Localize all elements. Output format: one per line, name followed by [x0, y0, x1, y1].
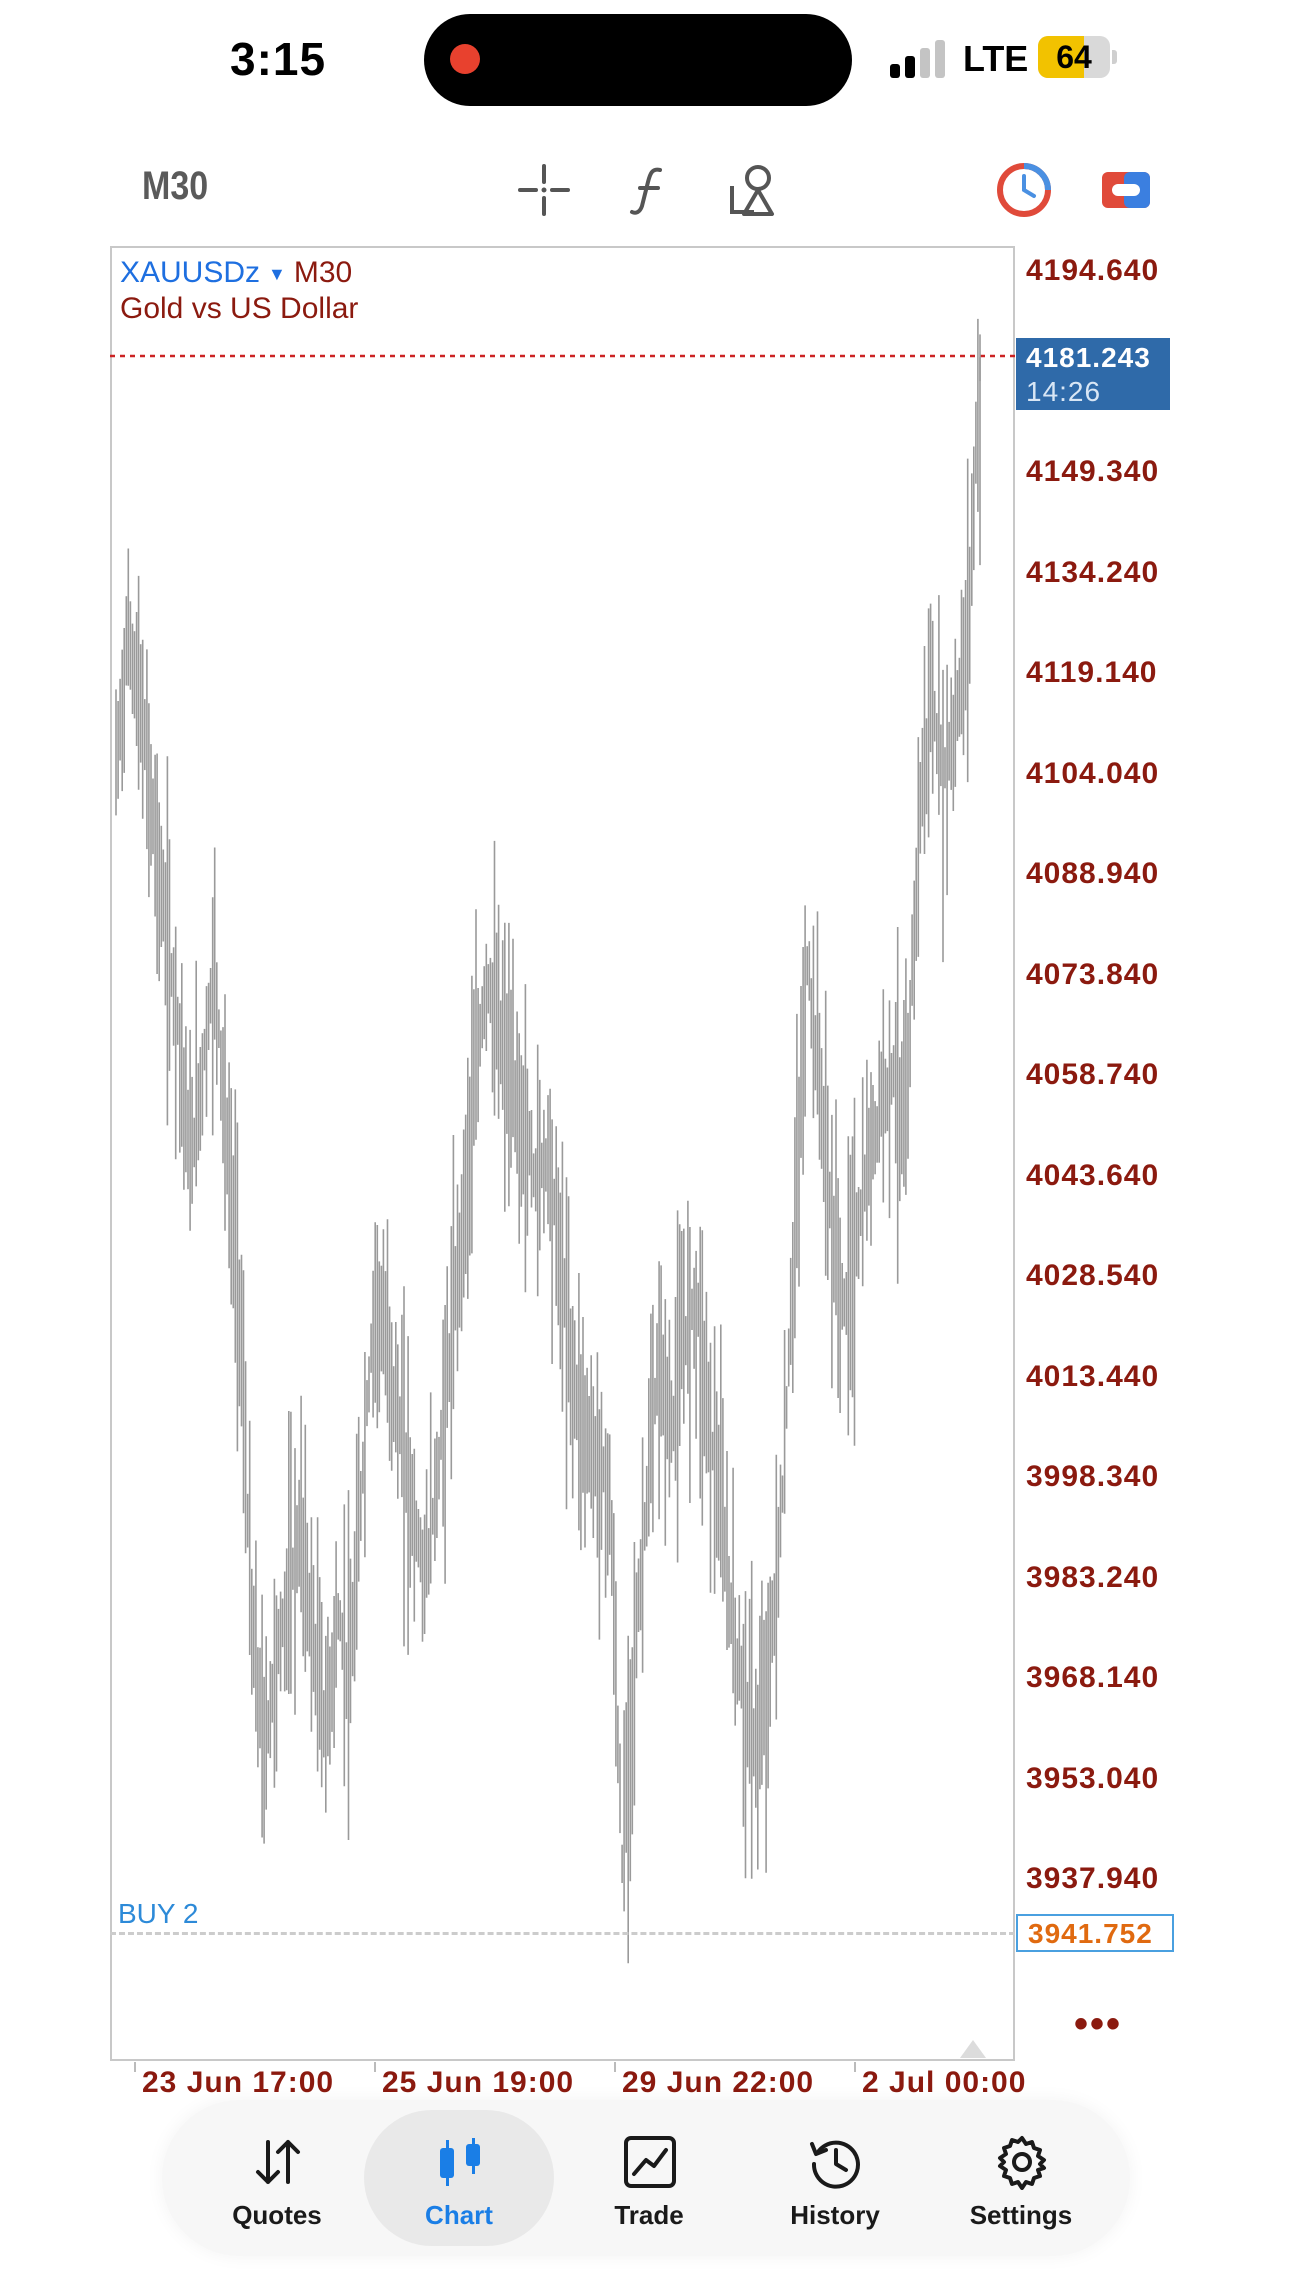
- crosshair-icon[interactable]: [514, 160, 574, 220]
- battery-tip: [1112, 50, 1117, 64]
- price-axis-label: 4013.440: [1026, 1359, 1160, 1393]
- date-tick: [374, 2062, 376, 2072]
- nav-label: Chart: [425, 2200, 493, 2230]
- nav-label: Trade: [614, 2200, 684, 2230]
- quotes-arrows-icon: [256, 2140, 300, 2184]
- date-label: 2 Jul 00:00: [862, 2066, 1027, 2099]
- nav-quotes[interactable]: Quotes: [182, 2110, 372, 2246]
- current-price-tag: 4181.243 14:26: [1016, 338, 1170, 410]
- price-axis-label: 4058.740: [1026, 1058, 1160, 1091]
- gear-icon: [998, 2136, 1046, 2190]
- price-axis-label: 4043.640: [1026, 1158, 1160, 1192]
- battery-level: 64: [1056, 39, 1092, 75]
- network-type: LTE: [963, 38, 1029, 79]
- price-axis-label: 3953.040: [1026, 1761, 1160, 1795]
- more-options-button[interactable]: •••: [1074, 2002, 1122, 2047]
- date-tick: [614, 2062, 616, 2072]
- chart-timeframe: M30: [293, 256, 353, 289]
- order-price-tag: 3941.752: [1016, 1914, 1174, 1952]
- symbol-title[interactable]: XAUUSDz ▼ M30: [120, 256, 352, 290]
- toggle-icon[interactable]: [1096, 160, 1156, 220]
- price-axis-label: 4073.840: [1026, 957, 1160, 991]
- date-tick: [134, 2062, 136, 2072]
- objects-icon[interactable]: [724, 160, 784, 220]
- candlestick-icon: [440, 2138, 480, 2186]
- recording-indicator-icon: [450, 44, 480, 74]
- order-line[interactable]: [110, 1932, 1015, 1935]
- price-axis-label: 4134.240: [1026, 555, 1160, 589]
- nav-history[interactable]: History: [740, 2110, 930, 2246]
- nav-settings[interactable]: Settings: [926, 2110, 1116, 2246]
- dropdown-triangle-icon: ▼: [268, 263, 286, 284]
- symbol-name: XAUUSDz: [120, 256, 261, 289]
- trade-chart-icon: [624, 2136, 676, 2188]
- order-price: 3941.752: [1028, 1918, 1153, 1949]
- status-time: 3:15: [230, 33, 327, 85]
- current-price: 4181.243: [1026, 342, 1151, 373]
- date-label: 29 Jun 22:00: [622, 2066, 815, 2099]
- price-axis-label: 4028.540: [1026, 1259, 1160, 1292]
- symbol-description: Gold vs US Dollar: [120, 292, 359, 325]
- history-clock-icon: [810, 2140, 860, 2189]
- function-icon[interactable]: [620, 160, 680, 220]
- price-bars: [115, 318, 981, 1964]
- nav-trade[interactable]: Trade: [554, 2110, 744, 2246]
- nav-label: Quotes: [232, 2200, 322, 2230]
- cellular-signal-icon: [890, 40, 950, 78]
- date-tick: [854, 2062, 856, 2072]
- date-label: 23 Jun 17:00: [142, 2066, 335, 2099]
- bar-countdown: 14:26: [1026, 376, 1102, 407]
- price-axis-label: 3983.240: [1026, 1560, 1160, 1594]
- battery-icon: 64: [1038, 36, 1110, 78]
- price-axis-label: 4194.640: [1026, 254, 1160, 287]
- nav-chart[interactable]: Chart: [364, 2110, 554, 2246]
- price-axis-label: 3998.340: [1026, 1460, 1160, 1493]
- clock-icon[interactable]: [994, 160, 1054, 220]
- timeframe-button[interactable]: M30: [142, 164, 208, 209]
- order-label[interactable]: BUY 2: [118, 1898, 198, 1930]
- scroll-to-end-icon[interactable]: [960, 2038, 986, 2058]
- price-axis-label: 4088.940: [1026, 857, 1160, 890]
- nav-label: History: [790, 2200, 880, 2230]
- price-axis-label: 3937.940: [1026, 1862, 1160, 1895]
- price-axis-label: 4119.140: [1026, 656, 1158, 689]
- dynamic-island: [424, 14, 852, 106]
- price-axis-label: 4149.340: [1026, 455, 1160, 488]
- nav-label: Settings: [969, 2200, 1073, 2230]
- price-axis-label: 3968.140: [1026, 1661, 1160, 1694]
- price-axis-label: 4104.040: [1026, 756, 1160, 790]
- price-chart[interactable]: [110, 246, 1015, 2061]
- date-label: 25 Jun 19:00: [382, 2066, 575, 2099]
